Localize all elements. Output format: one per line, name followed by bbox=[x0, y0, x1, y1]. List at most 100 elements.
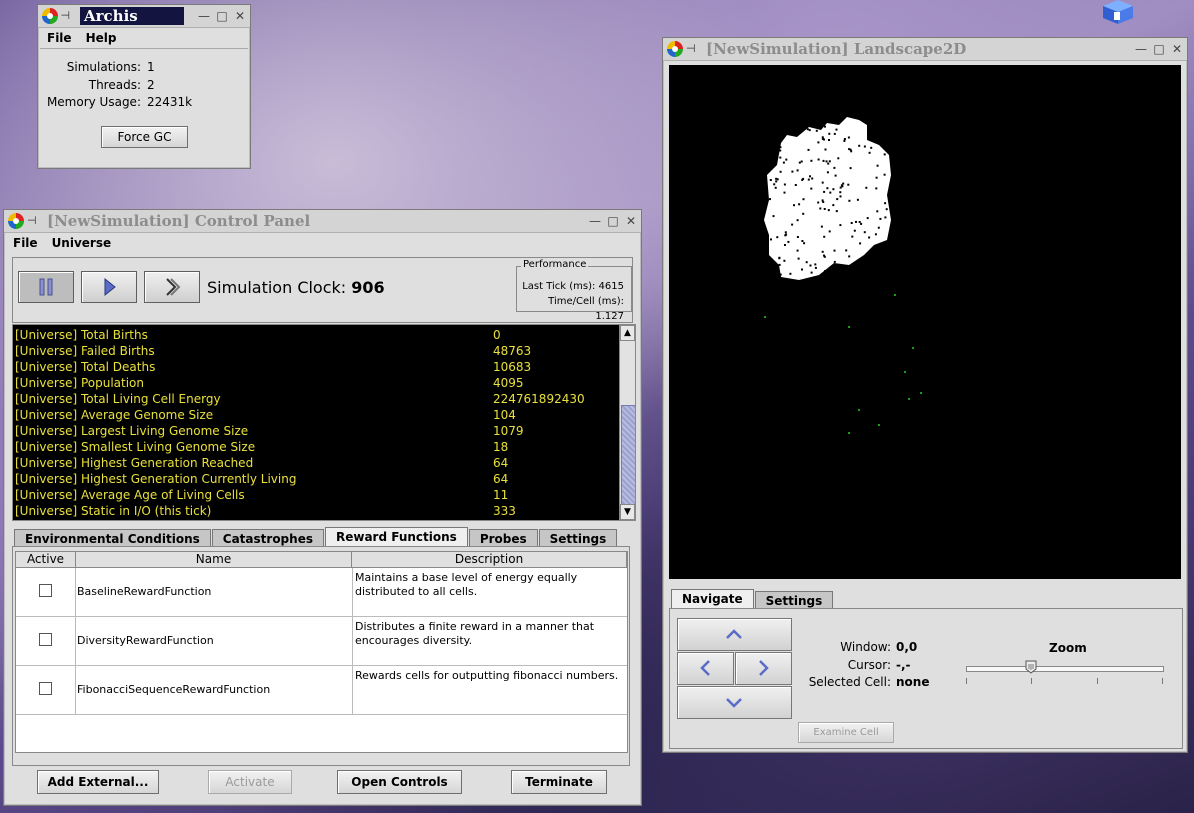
close-icon[interactable]: ✕ bbox=[1171, 43, 1183, 55]
active-checkbox[interactable] bbox=[39, 682, 52, 695]
active-checkbox[interactable] bbox=[39, 633, 52, 646]
maximize-icon[interactable]: □ bbox=[1153, 43, 1165, 55]
stat-value: 104 bbox=[493, 408, 516, 422]
column-header[interactable]: Active bbox=[16, 552, 76, 567]
column-header[interactable]: Name bbox=[76, 552, 352, 567]
pause-icon bbox=[39, 278, 53, 296]
stat-value: 10683 bbox=[493, 360, 532, 374]
reward-functions-panel: Active Name Description BaselineRewardFu… bbox=[12, 546, 630, 766]
scroll-down-icon[interactable]: ▼ bbox=[620, 504, 635, 520]
tab-navigate[interactable]: Navigate bbox=[671, 589, 754, 609]
cursor-value: -,- bbox=[896, 657, 911, 672]
pan-left-button[interactable] bbox=[677, 652, 734, 685]
cube-icon[interactable] bbox=[1101, 0, 1135, 24]
pin-icon[interactable]: ⊣ bbox=[686, 43, 702, 55]
simulation-toolbar: Simulation Clock: 906 Performance Last T… bbox=[12, 257, 633, 323]
stat-name: [Universe] Total Living Cell Energy bbox=[15, 392, 221, 406]
tab-reward-functions[interactable]: Reward Functions bbox=[324, 527, 468, 547]
info-values: 0,0 -,- none bbox=[896, 639, 929, 692]
force-gc-button[interactable]: Force GC bbox=[101, 126, 188, 148]
pin-icon[interactable]: ⊣ bbox=[61, 10, 77, 22]
stat-name: [Universe] Population bbox=[15, 376, 144, 390]
stat-value: 4095 bbox=[493, 376, 524, 390]
terminate-button[interactable]: Terminate bbox=[511, 770, 607, 794]
cell-population-map bbox=[764, 117, 922, 434]
function-description: Distributes a finite reward in a manner … bbox=[355, 620, 595, 647]
maximize-icon[interactable]: □ bbox=[607, 215, 619, 227]
menu-universe[interactable]: Universe bbox=[52, 236, 112, 250]
pan-up-button[interactable] bbox=[677, 618, 792, 651]
window-title: Archis bbox=[80, 7, 184, 25]
navigate-panel: Window: Cursor: Selected Cell: 0,0 -,- n… bbox=[669, 608, 1183, 749]
active-cell bbox=[16, 617, 76, 665]
stat-value: 64 bbox=[493, 456, 509, 470]
control-panel-menubar: File Universe bbox=[4, 233, 641, 253]
table-row[interactable]: DiversityRewardFunction Distributes a fin… bbox=[16, 617, 627, 666]
pin-icon[interactable]: ⊣ bbox=[27, 215, 43, 227]
menu-file[interactable]: File bbox=[13, 236, 38, 250]
maximize-icon[interactable]: □ bbox=[216, 10, 228, 22]
console-row: [Universe] Highest Generation Currently … bbox=[13, 471, 635, 487]
column-header[interactable]: Description bbox=[352, 552, 627, 567]
zoom-slider-thumb[interactable] bbox=[1025, 660, 1037, 674]
console-scrollbar[interactable]: ▲ ▼ bbox=[619, 325, 635, 520]
play-button[interactable] bbox=[81, 271, 137, 303]
minimize-icon[interactable]: — bbox=[1135, 43, 1147, 55]
stat-label: Threads: bbox=[88, 77, 141, 92]
landscape-titlebar[interactable]: ⊣ [NewSimulation] Landscape2D — □ ✕ bbox=[663, 38, 1187, 61]
console-row: [Universe] Average Genome Size 104 bbox=[13, 407, 635, 423]
open-controls-button[interactable]: Open Controls bbox=[337, 770, 462, 794]
step-button[interactable] bbox=[144, 271, 200, 303]
examine-cell-button[interactable]: Examine Cell bbox=[798, 722, 894, 743]
add-external-button[interactable]: Add External... bbox=[37, 770, 159, 794]
tab-settings[interactable]: Settings bbox=[538, 529, 618, 547]
archis-menubar: File Help bbox=[38, 28, 250, 48]
active-checkbox[interactable] bbox=[39, 584, 52, 597]
zoom-slider-track[interactable] bbox=[966, 666, 1164, 672]
control-panel-titlebar[interactable]: ⊣ [NewSimulation] Control Panel — □ ✕ bbox=[4, 210, 641, 233]
active-cell bbox=[16, 666, 76, 714]
statistics-console[interactable]: [Universe] Total Births 0 [Universe] Faile… bbox=[12, 324, 636, 521]
stat-name: [Universe] Total Births bbox=[15, 328, 148, 342]
minimize-icon[interactable]: — bbox=[198, 10, 210, 22]
landscape-canvas[interactable] bbox=[669, 65, 1181, 579]
window-title: [NewSimulation] Control Panel bbox=[47, 212, 311, 230]
archis-window: ⊣ Archis — □ ✕ File Help Simulations: 1 T… bbox=[37, 4, 251, 169]
close-icon[interactable]: ✕ bbox=[234, 10, 246, 22]
stat-value: 333 bbox=[493, 504, 516, 518]
stat-value: 1079 bbox=[493, 424, 524, 438]
pan-down-button[interactable] bbox=[677, 686, 792, 719]
clock-label: Simulation Clock: bbox=[207, 278, 347, 297]
pause-button[interactable] bbox=[18, 271, 74, 303]
stat-value: 0 bbox=[493, 328, 501, 342]
menu-help[interactable]: Help bbox=[86, 31, 117, 45]
performance-legend: Performance bbox=[521, 259, 589, 270]
stat-name: [Universe] Average Age of Living Cells bbox=[15, 488, 245, 502]
tab-catastrophes[interactable]: Catastrophes bbox=[211, 529, 324, 547]
stat-value: 48763 bbox=[493, 344, 532, 358]
menu-file[interactable]: File bbox=[47, 31, 72, 45]
chevron-down-icon bbox=[726, 698, 742, 708]
console-row: [Universe] Population 4095 bbox=[13, 375, 635, 391]
close-icon[interactable]: ✕ bbox=[625, 215, 637, 227]
tab-settings[interactable]: Settings bbox=[754, 591, 834, 609]
stat-name: [Universe] Average Genome Size bbox=[15, 408, 214, 422]
scroll-thumb[interactable] bbox=[621, 405, 635, 507]
table-row[interactable]: BaselineRewardFunction Maintains a base l… bbox=[16, 568, 627, 617]
scroll-up-icon[interactable]: ▲ bbox=[620, 325, 635, 341]
minimize-icon[interactable]: — bbox=[589, 215, 601, 227]
console-row: [Universe] Smallest Living Genome Size 18 bbox=[13, 439, 635, 455]
tab-environmental-conditions[interactable]: Environmental Conditions bbox=[14, 529, 211, 547]
activate-button[interactable]: Activate bbox=[208, 770, 292, 794]
stat-label: Simulations: bbox=[66, 60, 141, 74]
archis-titlebar[interactable]: ⊣ Archis — □ ✕ bbox=[38, 5, 250, 28]
tab-probes[interactable]: Probes bbox=[468, 529, 538, 547]
chevron-right-icon bbox=[759, 660, 769, 676]
window-value: 0,0 bbox=[896, 640, 918, 654]
clock-value: 906 bbox=[351, 278, 385, 297]
table-row[interactable]: FibonacciSequenceRewardFunction Rewards c… bbox=[16, 666, 627, 715]
control-panel-window: ⊣ [NewSimulation] Control Panel — □ ✕ Fi… bbox=[3, 209, 642, 806]
stat-value: 1 bbox=[147, 60, 155, 74]
cursor-label: Cursor: bbox=[847, 657, 891, 672]
pan-right-button[interactable] bbox=[735, 652, 792, 685]
